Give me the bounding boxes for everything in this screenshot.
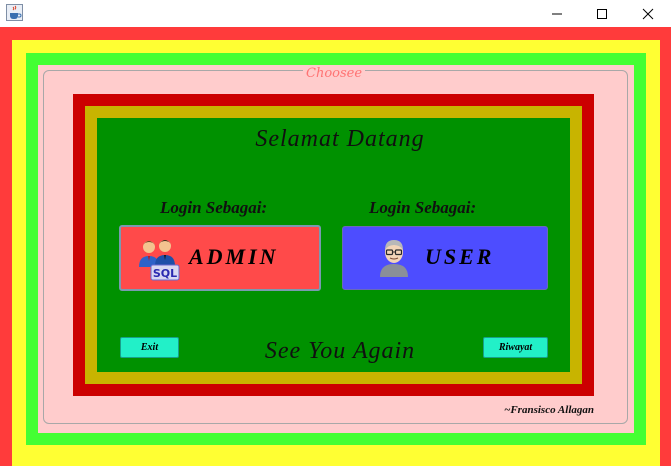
java-cup-icon [6,4,23,21]
title-bar [0,0,671,27]
exit-button[interactable]: Exit [120,337,179,358]
maximize-button[interactable] [579,0,625,27]
close-icon [642,8,654,19]
maximize-icon [597,8,607,19]
admin-sql-icon: SQL [139,240,180,281]
admin-button[interactable]: SQL ADMIN [119,225,321,291]
user-login-label: Login Sebagai: [369,198,477,217]
welcome-heading: Selamat Datang [255,126,425,152]
minimize-icon [552,13,562,14]
admin-button-label: ADMIN [189,244,279,269]
choose-group-title: Choosee [303,66,366,82]
user-avatar-icon [380,240,408,277]
admin-login-label: Login Sebagai: [160,198,268,217]
farewell-text: See You Again [264,338,416,364]
user-button[interactable]: USER [342,226,548,290]
author-credit: ~Fransisco Allagan [504,404,594,416]
user-button-label: USER [425,244,495,269]
close-button[interactable] [625,0,671,27]
svg-text:SQL: SQL [153,267,177,280]
history-button[interactable]: Riwayat [483,337,548,358]
minimize-button[interactable] [534,0,580,27]
